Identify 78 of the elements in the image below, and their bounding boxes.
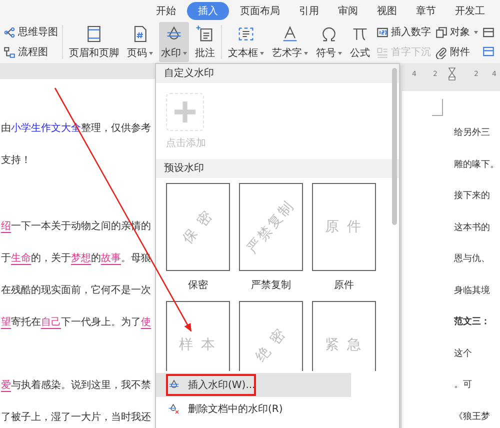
caret-icon bbox=[260, 52, 264, 54]
drop-cap-icon bbox=[376, 46, 389, 58]
ribbon-button[interactable]: 思维导图 bbox=[3, 25, 58, 39]
paragraph-text: 在残酷的现实面前，它何不是一次 bbox=[0, 284, 152, 298]
mindmap-icon bbox=[3, 26, 16, 38]
flowchart-icon bbox=[3, 46, 16, 58]
watermark-text: 保 密 bbox=[178, 206, 218, 248]
ribbon-button[interactable]: 对象 bbox=[435, 25, 478, 39]
ribbon-tab[interactable]: 开发工 bbox=[455, 2, 485, 20]
keyword-link[interactable]: 生命 bbox=[11, 253, 31, 265]
scrollbar-thumb[interactable] bbox=[392, 68, 397, 225]
ribbon-button[interactable]: 公式 bbox=[348, 22, 372, 62]
watermark-text: 样 本 bbox=[178, 336, 218, 354]
paragraph-text: 爱与执着感染。说到这里，我不禁 bbox=[0, 378, 152, 394]
ribbon-tab[interactable]: 页面布局 bbox=[240, 2, 280, 20]
comment-icon bbox=[195, 24, 215, 44]
preset-label: 保密 bbox=[188, 278, 208, 293]
caret-icon bbox=[338, 52, 342, 54]
paragraph-text: 接下来的 bbox=[454, 190, 491, 203]
paragraph-text: 给另外三 bbox=[454, 126, 491, 140]
ribbon-tab[interactable]: 审阅 bbox=[338, 2, 358, 20]
menu-item[interactable]: 删除文档中的水印(R) bbox=[156, 397, 351, 421]
watermark-text: 严禁复制 bbox=[244, 196, 298, 258]
ribbon-button[interactable]: 页码 bbox=[125, 22, 155, 62]
paragraph-text: 支持！ bbox=[0, 154, 32, 168]
add-label: 点击添加 bbox=[166, 136, 206, 150]
caret-icon bbox=[304, 52, 308, 54]
ribbon-tab[interactable]: 章节 bbox=[416, 2, 436, 20]
paragraph-text: 范文三： bbox=[454, 315, 491, 329]
paragraph-text: 恩与仇、 bbox=[454, 252, 491, 266]
ribbon-button[interactable]: 文本框 bbox=[226, 22, 266, 62]
ribbon-tab[interactable]: 视图 bbox=[377, 2, 397, 20]
paragraph-text: 了被子上，湿了一大片，当时我还 bbox=[0, 410, 152, 425]
ribbon-button[interactable]: 附件 bbox=[435, 45, 478, 59]
caret-icon bbox=[183, 52, 187, 54]
section-header: 自定义水印 bbox=[156, 64, 399, 83]
ribbon-tab[interactable]: 引用 bbox=[299, 2, 319, 20]
paragraph-text: 这本书的 bbox=[454, 222, 491, 234]
keyword-link[interactable]: 爱 bbox=[1, 380, 11, 392]
paragraph-text: 这个 bbox=[454, 348, 473, 360]
section-header: 预设水印 bbox=[156, 159, 399, 178]
paragraph-text: 。可 bbox=[454, 379, 473, 392]
preset-label: 严禁复制 bbox=[251, 278, 291, 293]
indent-marker-icon[interactable] bbox=[448, 67, 456, 81]
ribbon-button[interactable]: 页眉和页脚 bbox=[67, 22, 121, 62]
ribbon-button[interactable]: 批注 bbox=[193, 22, 217, 62]
paragraph-text: 身临其境 bbox=[454, 284, 491, 298]
paperclip-icon bbox=[435, 46, 448, 58]
caret-icon bbox=[149, 52, 153, 54]
keyword-link[interactable]: 使 bbox=[141, 317, 151, 329]
paragraph-text: 《狼王梦 bbox=[454, 410, 491, 424]
ribbon-button[interactable]: 符号 bbox=[314, 22, 344, 62]
keyword-link[interactable]: 绍 bbox=[1, 221, 11, 233]
ribbon-button[interactable]: 艺术字 bbox=[270, 22, 310, 62]
keyword-link[interactable]: 梦想 bbox=[71, 253, 91, 265]
ribbon-tab[interactable]: 插入 bbox=[187, 2, 229, 20]
ribbon-button[interactable]: 水印 bbox=[159, 22, 189, 62]
margin-corner-mark bbox=[432, 99, 443, 116]
ribbon-button[interactable]: 插入数字 bbox=[376, 25, 431, 39]
watermark-text: 紧 急 bbox=[324, 336, 364, 354]
ribbon-tab[interactable]: 开始 bbox=[156, 2, 176, 20]
menu-item[interactable]: 插入水印(W)... bbox=[156, 373, 351, 397]
watermark-text: 原 件 bbox=[324, 218, 364, 236]
watermark-text: 绝 密 bbox=[252, 324, 290, 366]
caret-icon bbox=[474, 30, 478, 34]
watermark-icon bbox=[168, 379, 180, 391]
keyword-link[interactable]: 故事 bbox=[101, 253, 121, 265]
keyword-link[interactable]: 望 bbox=[1, 317, 11, 329]
paragraph-text: 雕的喙下。 bbox=[454, 158, 500, 172]
paragraph-text: 望寄托在自己下一代身上。为了使 bbox=[0, 316, 152, 331]
table-icon[interactable] bbox=[482, 26, 495, 39]
number-icon bbox=[376, 26, 389, 38]
keyword-link[interactable]: 自己 bbox=[41, 317, 61, 329]
object-icon bbox=[435, 26, 448, 38]
table-icon[interactable] bbox=[482, 45, 495, 58]
ribbon-button[interactable]: 流程图 bbox=[3, 45, 58, 59]
delete-watermark-icon bbox=[168, 403, 180, 415]
preset-label: 原件 bbox=[334, 279, 354, 293]
